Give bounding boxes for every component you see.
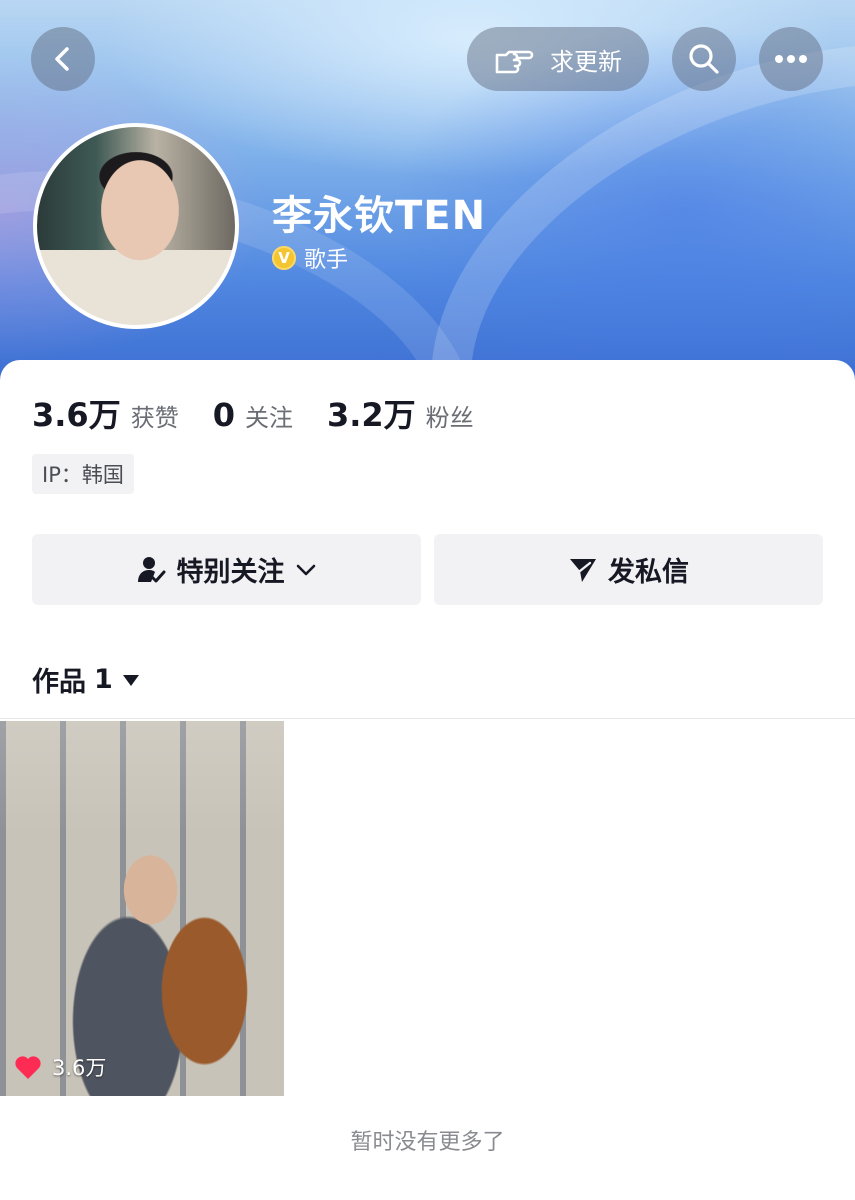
heart-icon: [15, 1055, 41, 1079]
profile-stats: 3.6万 获赞 0 关注 3.2万 粉丝: [32, 390, 508, 436]
send-message-icon: [570, 558, 596, 582]
avatar[interactable]: [33, 123, 239, 329]
likes-label: 获赞: [130, 404, 179, 432]
profile-name: 李永钦TEN: [272, 193, 487, 239]
user-check-icon: [137, 556, 165, 582]
verified-title: V 歌手: [272, 242, 348, 274]
send-message-button[interactable]: 发私信: [434, 534, 823, 605]
search-button[interactable]: [672, 27, 736, 91]
more-button[interactable]: [759, 27, 823, 91]
verified-title-text: 歌手: [304, 248, 349, 273]
video-thumbnail[interactable]: 3.6万: [0, 721, 284, 1096]
verified-badge-icon: V: [272, 246, 296, 270]
video-likes-count: 3.6万: [52, 1056, 107, 1080]
followers-count[interactable]: 3.2万: [327, 390, 416, 436]
likes-count: 3.6万: [32, 396, 121, 434]
following-label[interactable]: 关注: [245, 398, 293, 433]
followers-label[interactable]: 粉丝: [426, 398, 474, 433]
works-tab[interactable]: 作品 1: [32, 660, 141, 699]
caret-down-icon: [122, 674, 139, 686]
works-tab-label: 作品: [32, 667, 86, 698]
request-update-button[interactable]: 求更新: [467, 27, 649, 91]
special-follow-button[interactable]: 特别关注: [32, 534, 421, 605]
request-update-label: 求更新: [550, 47, 622, 76]
video-likes: 3.6万: [14, 1052, 106, 1082]
following-count[interactable]: 0: [213, 396, 235, 434]
works-tab-count: 1: [94, 664, 113, 695]
no-more-content-text: 暂时没有更多了: [350, 1130, 505, 1155]
special-follow-label: 特别关注: [176, 557, 285, 588]
back-button[interactable]: [31, 27, 95, 91]
ip-location-tag: IP：韩国: [32, 454, 134, 494]
chevron-down-icon: [296, 564, 315, 575]
send-message-label: 发私信: [608, 557, 689, 588]
more-dots-icon: [775, 55, 807, 63]
tab-divider: [0, 718, 855, 719]
chevron-left-icon: [55, 47, 69, 71]
pointing-hand-icon: [495, 50, 534, 74]
search-icon: [689, 44, 719, 74]
